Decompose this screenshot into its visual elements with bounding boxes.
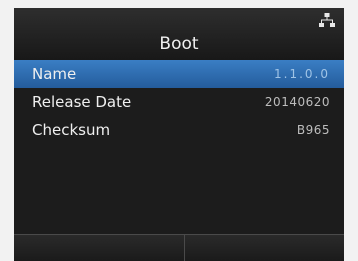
left-softkey-button[interactable] [14, 235, 185, 261]
list-item-release-date[interactable]: Release Date 20140620 [14, 88, 344, 116]
softkey-bar [14, 234, 344, 261]
item-label: Release Date [32, 93, 132, 111]
device-bezel: Boot Name 1.1.0.0 Release Date 20140620 [0, 0, 358, 261]
right-softkey-button[interactable] [185, 235, 344, 261]
title-bar: Boot [14, 8, 344, 60]
network-icon [319, 13, 335, 27]
item-value: 20140620 [264, 95, 330, 109]
list-item-checksum[interactable]: Checksum B965 [14, 116, 344, 144]
printer-display: Boot Name 1.1.0.0 Release Date 20140620 [14, 8, 344, 261]
list-item-name[interactable]: Name 1.1.0.0 [14, 60, 344, 88]
item-value: B965 [296, 123, 330, 137]
item-label: Name [32, 65, 77, 83]
item-label: Checksum [32, 121, 111, 139]
page-title: Boot [159, 34, 199, 54]
info-list: Name 1.1.0.0 Release Date 20140620 Check… [14, 60, 344, 144]
item-value: 1.1.0.0 [274, 67, 330, 81]
